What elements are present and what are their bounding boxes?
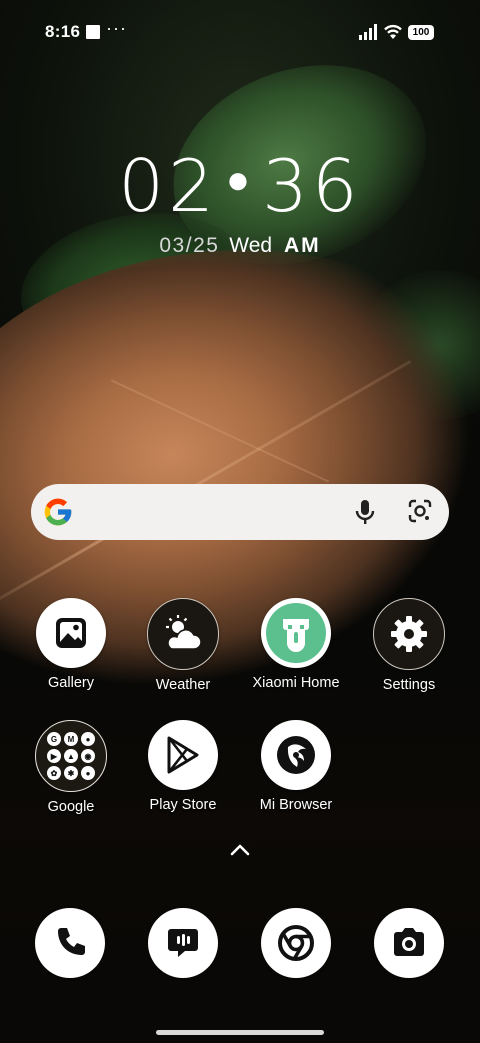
xiaomi-home-icon bbox=[261, 598, 331, 668]
date-text: 03/25 bbox=[159, 234, 220, 257]
folder-contacts-icon: ● bbox=[81, 766, 95, 780]
status-time: 8:16 bbox=[45, 22, 81, 41]
gear-icon bbox=[373, 598, 445, 670]
microphone-icon[interactable] bbox=[353, 498, 377, 526]
folder-icon: G M ● ▶ ▲ ◉ ✿ ✱ ● bbox=[35, 720, 107, 792]
app-label-mi-browser: Mi Browser bbox=[259, 797, 333, 813]
app-label-gallery: Gallery bbox=[48, 675, 94, 691]
app-label-google: Google bbox=[47, 799, 95, 815]
signal-icon bbox=[359, 24, 377, 40]
google-search-bar[interactable] bbox=[31, 484, 449, 540]
app-label-settings: Settings bbox=[382, 677, 436, 693]
app-label-weather: Weather bbox=[155, 677, 211, 693]
folder-assistant-icon: ✱ bbox=[64, 766, 78, 780]
play-store-icon bbox=[148, 720, 218, 790]
browser-icon bbox=[261, 720, 331, 790]
more-notifications-icon: ··· bbox=[106, 18, 127, 38]
gallery-icon bbox=[36, 598, 106, 668]
folder-gmail-icon: M bbox=[64, 732, 78, 746]
weekday-text: Wed bbox=[229, 234, 273, 257]
app-gallery[interactable]: Gallery bbox=[15, 598, 127, 691]
folder-maps-icon: ● bbox=[81, 732, 95, 746]
app-label-xiaomi-home: Xiaomi Home bbox=[252, 675, 340, 691]
date-row[interactable]: 03/25 Wed AM bbox=[0, 234, 480, 258]
home-indicator[interactable] bbox=[156, 1030, 324, 1035]
folder-google-icon: G bbox=[47, 732, 61, 746]
dock-messages[interactable] bbox=[148, 908, 218, 978]
ampm-text: AM bbox=[283, 234, 321, 257]
clock-hours: 02 bbox=[118, 144, 218, 228]
chevron-up-icon[interactable] bbox=[229, 843, 251, 857]
chrome-icon bbox=[278, 925, 314, 961]
phone-icon bbox=[58, 928, 85, 955]
app-mi-browser[interactable]: Mi Browser bbox=[240, 720, 352, 813]
status-bar: 8:16 ··· 100 bbox=[0, 0, 480, 64]
folder-drive-icon: ▲ bbox=[64, 749, 78, 763]
clock-separator: ● bbox=[225, 157, 255, 203]
clock-minutes: 36 bbox=[262, 144, 362, 228]
dock-phone[interactable] bbox=[35, 908, 105, 978]
messages-icon bbox=[168, 929, 198, 957]
dock-chrome[interactable] bbox=[261, 908, 331, 978]
app-play-store[interactable]: Play Store bbox=[127, 720, 239, 813]
folder-duo-icon: ◉ bbox=[81, 749, 95, 763]
folder-youtube-icon: ▶ bbox=[47, 749, 61, 763]
wifi-icon bbox=[384, 24, 402, 39]
lens-icon[interactable] bbox=[407, 498, 433, 524]
camera-icon bbox=[394, 928, 424, 956]
lock-clock[interactable]: 02 ● 36 bbox=[0, 144, 480, 228]
app-label-play-store: Play Store bbox=[149, 797, 217, 813]
weather-icon bbox=[147, 598, 219, 670]
app-folder-google[interactable]: G M ● ▶ ▲ ◉ ✿ ✱ ● Google bbox=[15, 720, 127, 815]
app-xiaomi-home[interactable]: Xiaomi Home bbox=[240, 598, 352, 691]
app-settings[interactable]: Settings bbox=[353, 598, 465, 693]
battery-icon: 100 bbox=[408, 25, 434, 40]
folder-photos-icon: ✿ bbox=[47, 766, 61, 780]
app-weather[interactable]: Weather bbox=[127, 598, 239, 693]
dock-camera[interactable] bbox=[374, 908, 444, 978]
notification-square-icon bbox=[86, 25, 100, 39]
google-g-icon bbox=[44, 498, 72, 526]
